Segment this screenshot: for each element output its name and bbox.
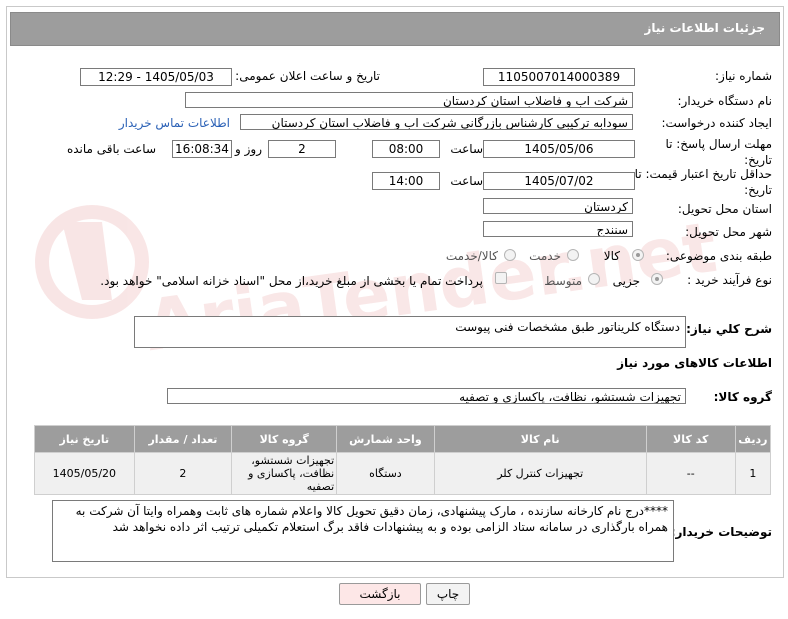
province-field: کردستان xyxy=(483,198,633,214)
buyer-notes-field: ****درج نام کارخانه سازنده ، مارک پیشنها… xyxy=(52,500,674,562)
price-validity-time-label: ساعت xyxy=(450,174,483,188)
goods-group-label: گروه کالا: xyxy=(713,390,772,404)
panel-header: جزئیات اطلاعات نیاز xyxy=(10,12,780,46)
purchase-option-minor: جزیی xyxy=(612,274,640,288)
requester-field: سودابه ترکیبی کارشناس بازرگانی شرکت اب و… xyxy=(240,114,633,130)
col-unit: واحد شمارش xyxy=(336,425,435,453)
treasury-bonds-note: پرداخت تمام یا بخشی از مبلغ خرید،از محل … xyxy=(100,274,483,288)
price-validity-time-field: 14:00 xyxy=(372,172,440,190)
goods-table-header: ردیف کد کالا نام کالا واحد شمارش گروه کا… xyxy=(34,425,772,453)
category-radio-goods[interactable] xyxy=(632,249,644,261)
category-radio-service[interactable] xyxy=(567,249,579,261)
col-group: گروه کالا xyxy=(231,425,338,453)
remaining-time-label: ساعت باقی مانده xyxy=(66,142,156,156)
requester-label: ایجاد کننده درخواست: xyxy=(661,116,772,130)
purchase-option-medium: متوسط xyxy=(544,274,582,288)
purchase-type-label: نوع فرآیند خرید : xyxy=(687,273,772,287)
back-button[interactable]: بازگشت xyxy=(339,583,421,605)
city-label: شهر محل تحویل: xyxy=(685,225,772,239)
col-date: تاریخ نیاز xyxy=(34,425,135,453)
col-name: نام کالا xyxy=(433,425,647,453)
col-quantity: تعداد / مقدار xyxy=(133,425,233,453)
remaining-time-field: 16:08:34 xyxy=(172,140,232,158)
buyer-contact-link[interactable]: اطلاعات تماس خریدار xyxy=(119,116,230,130)
summary-field: دستگاه کلریناتور طبق مشخصات فنی پیوست xyxy=(134,316,686,348)
need-number-label: شماره نیاز: xyxy=(715,69,772,83)
reply-days-field: 2 xyxy=(268,140,336,158)
cell-unit: دستگاه xyxy=(336,452,435,495)
purchase-radio-medium[interactable] xyxy=(588,273,600,285)
reply-date-field: 1405/05/06 xyxy=(483,140,635,158)
cell-name: تجهیزات کنترل کلر xyxy=(433,452,647,495)
need-number-field: 1105007014000389 xyxy=(483,68,635,86)
announce-datetime-label: تاریخ و ساعت اعلان عمومی: xyxy=(235,69,380,83)
goods-group-field: تجهیزات شستشو، نظافت، پاکسازی و تصفیه xyxy=(167,388,686,404)
cell-row: 1 xyxy=(734,452,772,495)
cell-code: -- xyxy=(645,452,736,495)
category-label: طبقه بندی موضوعی: xyxy=(665,249,772,263)
cell-group: تجهیزات شستشو، نظافت، پاکسازی و تصفیه xyxy=(231,452,338,495)
price-validity-label: حداقل تاریخ اعتبار قیمت: تا تاریخ: xyxy=(634,167,772,197)
cell-quantity: 2 xyxy=(133,452,233,495)
category-option-service: خدمت xyxy=(529,249,561,263)
treasury-bonds-checkbox[interactable] xyxy=(495,272,507,284)
category-option-goods-service: کالا/خدمت xyxy=(445,249,498,263)
buyer-org-field: شرکت اب و فاضلاب استان کردستان xyxy=(185,92,633,108)
table-row: 1 -- تجهیزات کنترل کلر دستگاه تجهیزات شس… xyxy=(34,452,772,495)
announce-datetime-field: 1405/05/03 - 12:29 xyxy=(80,68,232,86)
cell-date: 1405/05/20 xyxy=(34,452,135,495)
city-field: سنندج xyxy=(483,221,633,237)
price-validity-date-field: 1405/07/02 xyxy=(483,172,635,190)
print-button[interactable]: چاپ xyxy=(426,583,470,605)
purchase-radio-minor[interactable] xyxy=(651,273,663,285)
panel-title: جزئیات اطلاعات نیاز xyxy=(644,21,765,35)
goods-table: ردیف کد کالا نام کالا واحد شمارش گروه کا… xyxy=(34,425,772,495)
buyer-notes-label: توضیحات خریدار: xyxy=(670,525,772,539)
reply-time-field: 08:00 xyxy=(372,140,440,158)
province-label: استان محل تحویل: xyxy=(677,202,772,216)
col-code: کد کالا xyxy=(645,425,736,453)
reply-days-label: روز و xyxy=(235,142,262,156)
buyer-org-label: نام دستگاه خریدار: xyxy=(677,94,773,108)
goods-info-title: اطلاعات کالاهای مورد نیاز xyxy=(617,356,772,370)
summary-label: شرح كلي نياز: xyxy=(686,322,772,336)
reply-time-label: ساعت xyxy=(450,142,483,156)
col-row: ردیف xyxy=(734,425,772,453)
category-option-goods: کالا xyxy=(603,249,620,263)
category-radio-goods-service[interactable] xyxy=(504,249,516,261)
reply-deadline-label: مهلت ارسال پاسخ: تا تاریخ: xyxy=(665,137,772,167)
